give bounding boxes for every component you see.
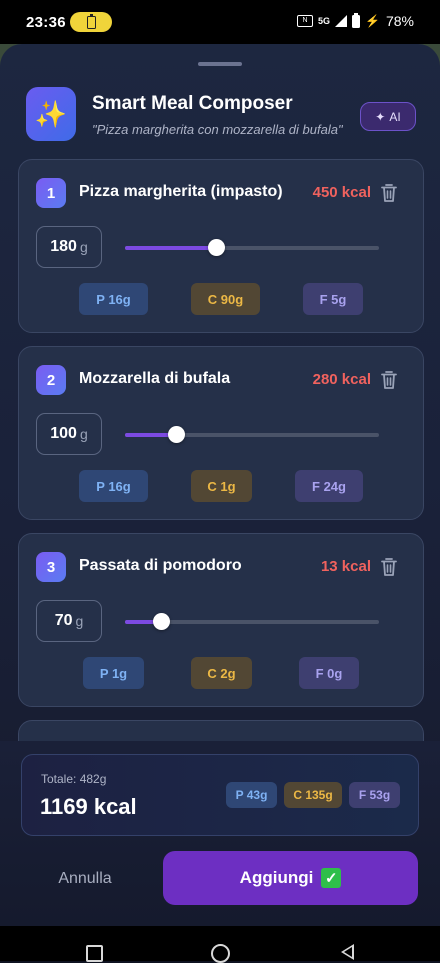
meal-query: "Pizza margherita con mozzarella di bufa… bbox=[92, 122, 343, 137]
signal-icon bbox=[335, 15, 348, 27]
status-right: N 5G ⚡ 78% bbox=[297, 12, 414, 29]
summary-protein: P 43g bbox=[226, 782, 277, 808]
add-button-label: Aggiungi bbox=[239, 868, 314, 887]
battery-saver-icon bbox=[70, 12, 112, 32]
protein-chip: P 16g bbox=[79, 283, 148, 315]
total-weight: Totale: 482g bbox=[41, 772, 107, 786]
item-kcal: 450 kcal bbox=[312, 184, 371, 201]
ai-sparkle-icon: ✦ bbox=[375, 109, 386, 124]
trash-icon[interactable] bbox=[380, 370, 398, 390]
item-number: 1 bbox=[36, 178, 66, 208]
check-icon: ✓ bbox=[321, 868, 342, 888]
grams-value: 70 bbox=[54, 612, 73, 629]
charging-icon: ⚡ bbox=[365, 14, 380, 28]
navigation-bar bbox=[0, 926, 440, 963]
grams-slider[interactable] bbox=[125, 426, 379, 443]
sparkles-icon: ✨ bbox=[26, 87, 76, 141]
grams-value: 100 bbox=[50, 425, 77, 442]
add-button[interactable]: Aggiungi ✓ bbox=[163, 851, 418, 905]
protein-chip: P 16g bbox=[79, 470, 148, 502]
fat-chip: F 0g bbox=[299, 657, 359, 689]
item-name: Pizza margherita (impasto) bbox=[79, 183, 283, 200]
recents-button[interactable] bbox=[86, 945, 103, 962]
sheet-grabber[interactable] bbox=[198, 62, 242, 66]
grams-slider[interactable] bbox=[125, 239, 379, 256]
page-title: Smart Meal Composer bbox=[92, 93, 293, 114]
grams-unit: g bbox=[79, 426, 88, 442]
grams-unit: g bbox=[75, 613, 84, 629]
ai-badge: ✦ AI bbox=[360, 102, 416, 131]
trash-icon[interactable] bbox=[380, 183, 398, 203]
nfc-icon: N bbox=[297, 15, 313, 27]
battery-percent: 78% bbox=[385, 13, 414, 29]
summary-carbs: C 135g bbox=[284, 782, 342, 808]
fat-chip: F 24g bbox=[295, 470, 363, 502]
fat-chip: F 5g bbox=[303, 283, 363, 315]
slider-thumb[interactable] bbox=[208, 239, 226, 256]
ingredient-card: 1 Pizza margherita (impasto) 450 kcal 18… bbox=[18, 159, 424, 333]
summary-fat: F 53g bbox=[349, 782, 400, 808]
slider-thumb[interactable] bbox=[152, 613, 170, 630]
protein-chip: P 1g bbox=[83, 657, 144, 689]
carbs-chip: C 2g bbox=[191, 657, 252, 689]
trash-icon[interactable] bbox=[380, 557, 398, 577]
grams-input[interactable]: 100 g bbox=[36, 413, 102, 455]
item-name: Passata di pomodoro bbox=[79, 557, 242, 574]
battery-icon bbox=[352, 12, 361, 28]
total-kcal: 1169 kcal bbox=[40, 794, 137, 819]
slider-thumb[interactable] bbox=[167, 426, 185, 443]
status-time: 23:36 bbox=[26, 14, 66, 31]
grams-slider[interactable] bbox=[125, 613, 379, 630]
slider-fill bbox=[125, 246, 217, 250]
carbs-chip: C 90g bbox=[191, 283, 260, 315]
ai-badge-label: AI bbox=[389, 109, 401, 124]
item-kcal: 13 kcal bbox=[320, 558, 371, 575]
item-number: 3 bbox=[36, 552, 66, 582]
home-button[interactable] bbox=[211, 944, 230, 963]
status-bar: 23:36 N 5G ⚡ 78% bbox=[0, 0, 440, 44]
cancel-button[interactable]: Annulla bbox=[30, 855, 140, 903]
ingredient-card: 2 Mozzarella di bufala 280 kcal 100 g P 1… bbox=[18, 346, 424, 520]
summary-card: Totale: 482g 1169 kcal P 43g C 135g F 53… bbox=[21, 754, 419, 836]
carbs-chip: C 1g bbox=[191, 470, 252, 502]
item-name: Mozzarella di bufala bbox=[79, 370, 231, 387]
grams-input[interactable]: 180 g bbox=[36, 226, 102, 268]
grams-unit: g bbox=[79, 239, 88, 255]
grams-value: 180 bbox=[50, 238, 77, 255]
network-type: 5G bbox=[318, 16, 331, 26]
ingredient-card: 3 Passata di pomodoro 13 kcal 70 g P 1g C… bbox=[18, 533, 424, 707]
grams-input[interactable]: 70 g bbox=[36, 600, 102, 642]
back-button[interactable] bbox=[341, 944, 354, 960]
item-kcal: 280 kcal bbox=[312, 371, 371, 388]
item-number: 2 bbox=[36, 365, 66, 395]
